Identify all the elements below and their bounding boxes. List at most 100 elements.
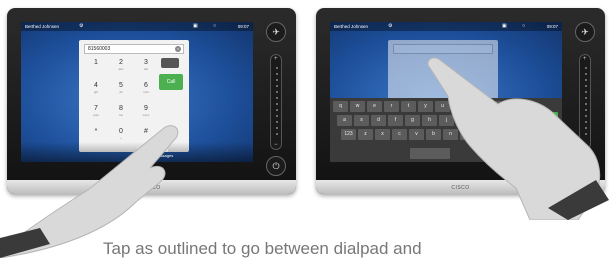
keyboard-key[interactable]: x: [375, 129, 390, 140]
do-not-disturb-button[interactable]: ✈: [575, 22, 595, 42]
slider-tick: [585, 97, 587, 99]
key-digit: 2: [119, 59, 123, 66]
keyboard-key[interactable]: w: [350, 101, 365, 112]
slider-tick: [276, 121, 278, 123]
slider-tick: [585, 85, 587, 87]
keyboard-key[interactable]: l: [473, 115, 488, 126]
virtual-keyboard: q w e r t y u i o p a s d f g h j k l 123 z x c v b n m Call: [330, 98, 562, 162]
key-digit: 6: [144, 82, 148, 89]
dial-number-field[interactable]: [393, 44, 493, 54]
keyboard-key[interactable]: d: [371, 115, 386, 126]
call-button[interactable]: Call: [530, 112, 558, 123]
keyboard-key[interactable]: q: [333, 101, 348, 112]
slider-tick: [276, 103, 278, 105]
slider-tick: [276, 109, 278, 111]
key-digit: #: [144, 128, 148, 135]
slider-tick: [585, 103, 587, 105]
keyboard-key[interactable]: j: [439, 115, 454, 126]
dialpad-key[interactable]: 2 abc: [110, 58, 132, 76]
volume-slider[interactable]: + −: [579, 54, 591, 150]
slider-tick: [585, 91, 587, 93]
dialpad-key[interactable]: 9 wxyz: [135, 104, 157, 122]
slider-tick: [585, 121, 587, 123]
keyboard-key[interactable]: k: [456, 115, 471, 126]
dialpad-key[interactable]: 5 jkl: [110, 81, 132, 99]
slider-tick: [276, 79, 278, 81]
slider-tick: [276, 67, 278, 69]
dialpad-key[interactable]: 6 mno: [135, 81, 157, 99]
key-digit: 0: [119, 128, 123, 135]
keyboard-key[interactable]: y: [418, 101, 433, 112]
dock-item-messages[interactable]: Messages: [155, 145, 173, 158]
call-button[interactable]: Call: [159, 74, 183, 90]
slider-tick: [276, 85, 278, 87]
keyboard-key[interactable]: p: [486, 101, 501, 112]
keyboard-key[interactable]: z: [358, 129, 373, 140]
keyboard-key[interactable]: t: [401, 101, 416, 112]
key-letters: +: [120, 136, 122, 140]
slider-tick: [585, 115, 587, 117]
keyboard-key[interactable]: r: [384, 101, 399, 112]
user-name[interactable]: Berthed Johnsen: [25, 24, 59, 29]
keyboard-key[interactable]: c: [392, 129, 407, 140]
keyboard-key[interactable]: g: [405, 115, 420, 126]
status-bar: Berthed Johnsen ⚙ ▣ ○ 09:07: [330, 22, 562, 31]
key-letters: def: [143, 67, 149, 71]
power-button[interactable]: ⏻: [266, 156, 286, 176]
slider-tick: [585, 133, 587, 135]
slider-tick: [585, 73, 587, 75]
keyboard-key[interactable]: s: [354, 115, 369, 126]
camera-icon[interactable]: ▣: [193, 23, 198, 29]
key-digit: *: [94, 128, 98, 135]
dock-item-voicemail[interactable]: Voicemail: [133, 145, 151, 158]
status-circle-icon: ○: [213, 23, 217, 29]
volume-down-icon[interactable]: −: [583, 142, 587, 148]
backspace-button[interactable]: [161, 58, 179, 68]
keyboard-key[interactable]: v: [409, 129, 424, 140]
dial-number-field[interactable]: 81560003: [84, 44, 184, 54]
user-name[interactable]: Berthed Johnsen: [334, 24, 368, 29]
dialpad-key[interactable]: 4 ghi: [85, 81, 107, 99]
dock-label: Voicemail: [133, 153, 151, 158]
volume-up-icon[interactable]: +: [583, 56, 587, 62]
keyboard-key[interactable]: f: [388, 115, 403, 126]
keyboard-key[interactable]: m: [460, 129, 475, 140]
keyboard-key[interactable]: 123: [341, 129, 356, 140]
keyboard-key[interactable]: b: [426, 129, 441, 140]
key-digit: 3: [144, 59, 148, 66]
power-button[interactable]: ⏻: [575, 156, 595, 176]
brand-logo: CISCO: [142, 185, 161, 191]
key-digit: 1: [94, 59, 98, 66]
volume-slider[interactable]: + −: [270, 54, 282, 150]
voicemail-icon: [136, 145, 146, 152]
keyboard-key[interactable]: o: [469, 101, 484, 112]
key-digit: 5: [119, 82, 123, 89]
dialpad-key[interactable]: 1: [85, 58, 107, 76]
dialpad-key[interactable]: 3 def: [135, 58, 157, 76]
slider-tick: [276, 115, 278, 117]
do-not-disturb-button[interactable]: ✈: [266, 22, 286, 42]
settings-gear-icon[interactable]: ⚙: [388, 23, 392, 29]
dialpad-key[interactable]: 7 pqrs: [85, 104, 107, 122]
keyboard-key[interactable]: n: [443, 129, 458, 140]
key-digit: 9: [144, 105, 148, 112]
dialpad-key[interactable]: 8 tuv: [110, 104, 132, 122]
slider-tick: [276, 127, 278, 129]
clear-icon[interactable]: ×: [175, 46, 181, 52]
key-digit: 8: [119, 105, 123, 112]
volume-up-icon[interactable]: +: [274, 56, 278, 62]
volume-down-icon[interactable]: −: [274, 142, 278, 148]
camera-icon[interactable]: ▣: [502, 23, 507, 29]
keyboard-key[interactable]: u: [435, 101, 450, 112]
settings-gear-icon[interactable]: ⚙: [79, 23, 83, 29]
slider-tick: [585, 127, 587, 129]
key-letters: mno: [143, 90, 149, 94]
clock: 09:07: [237, 24, 249, 29]
bottom-bezel: CISCO: [316, 180, 605, 194]
keyboard-key[interactable]: h: [422, 115, 437, 126]
keyboard-key[interactable]: a: [337, 115, 352, 126]
messages-icon: [158, 145, 168, 152]
space-key[interactable]: [410, 148, 450, 159]
keyboard-key[interactable]: i: [452, 101, 467, 112]
keyboard-key[interactable]: e: [367, 101, 382, 112]
